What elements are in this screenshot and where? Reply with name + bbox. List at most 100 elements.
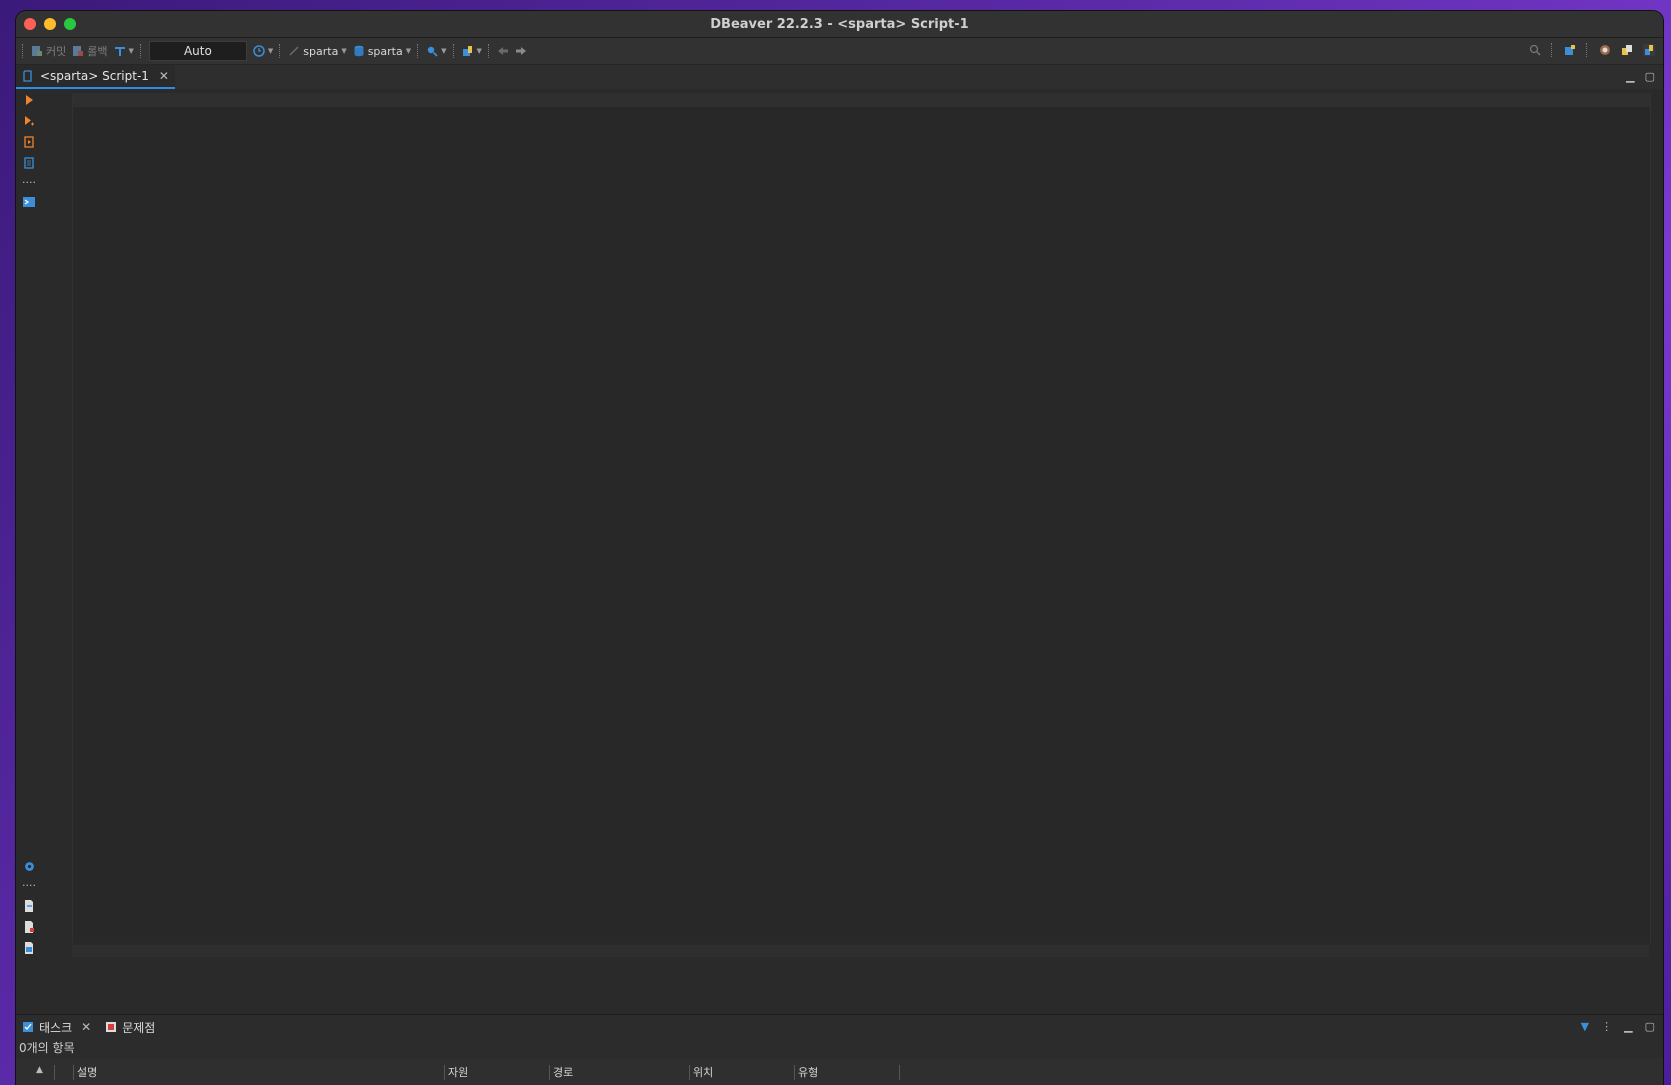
toolbar-grip[interactable] [1551,43,1554,57]
toolbar-grip[interactable] [1586,43,1589,57]
sql-script-icon [23,70,32,82]
sort-ascending-icon[interactable]: ▲ [36,1065,43,1075]
terminal-icon[interactable] [22,195,36,209]
more-actions-icon[interactable]: ···· [22,878,36,892]
title-bar: DBeaver 22.2.3 - <sparta> Script-1 [16,11,1663,38]
file-format-icon[interactable] [22,941,36,955]
chevron-down-icon: ▼ [128,47,134,55]
tasks-table-header: ▲ 설명 자원 경로 위치 유형 [16,1059,1663,1085]
transaction-icon [114,47,125,56]
transaction-log-button[interactable]: ▼ [253,45,273,57]
sql-editor-area: ···· ···· [16,89,1663,957]
column-header-checkbox[interactable] [54,1065,70,1080]
maximize-icon[interactable]: ▢ [1645,1020,1655,1033]
commit-label: 커밋 [46,45,67,58]
arrow-left-icon [497,47,508,55]
sql-perspective-icon[interactable] [1643,44,1655,56]
column-header-type[interactable]: 유형 [794,1065,898,1080]
execute-statement-icon[interactable] [22,93,36,107]
close-window-button[interactable] [24,18,36,30]
transaction-mode-select[interactable]: Auto [148,41,247,61]
close-tab-icon[interactable]: ✕ [81,1020,91,1034]
settings-gear-icon[interactable] [22,859,36,873]
file-error-icon[interactable] [22,920,36,934]
rollback-button[interactable]: 롤백 [72,43,108,59]
transaction-mode-button[interactable]: ▼ [114,45,134,57]
tab-problems[interactable]: 문제점 [105,1019,155,1036]
arrow-right-icon [515,47,526,55]
rollback-icon [73,46,84,56]
execute-new-tab-icon[interactable] [22,114,36,128]
maximize-window-button[interactable] [64,18,76,30]
database-perspective-icon[interactable] [1621,44,1633,56]
item-count-label: 0개의 항목 [19,1041,75,1055]
schema-label: sparta [367,44,403,58]
editor-action-gutter: ···· ···· [16,89,44,957]
toolbar-grip[interactable] [487,44,491,58]
bottom-panel: 태스크 ✕ 문제점 ▼ ⋮ ▁ ▢ 0개의 항목 ▲ 설명 자원 경로 위치 유… [16,1014,1663,1085]
column-divider [899,1065,904,1080]
navigate-back-button[interactable] [497,45,509,57]
problems-icon [106,1022,117,1032]
tab-script-1[interactable]: <sparta> Script-1 ✕ [16,65,175,89]
tab-label: <sparta> Script-1 [40,69,149,83]
sql-editor-icon [462,46,472,56]
execute-script-icon[interactable] [22,135,36,149]
toolbar-right-group [1529,43,1655,57]
editor-tab-bar: <sparta> Script-1 ✕ ▁ ▢ [16,65,1663,90]
more-actions-icon[interactable]: ···· [22,175,36,189]
window-controls [24,18,76,30]
magnifier-icon [427,46,438,57]
dbeaver-window: DBeaver 22.2.3 - <sparta> Script-1 커밋 롤백… [16,11,1663,1085]
column-header-resource[interactable]: 자원 [444,1065,548,1080]
export-file-icon[interactable] [22,899,36,913]
toolbar-grip[interactable] [22,44,25,58]
sql-text-editor[interactable] [72,93,1651,943]
active-datasource-selector[interactable]: sparta ▼ [288,44,347,58]
sql-editor-button[interactable]: ▼ [462,45,482,57]
filter-icon[interactable]: ▼ [1581,1020,1589,1033]
rollback-label: 롤백 [87,45,108,58]
close-tab-icon[interactable]: ✕ [159,69,169,83]
toolbar-grip[interactable] [139,44,143,58]
toolbar-grip[interactable] [417,44,420,58]
chevron-down-icon: ▼ [267,47,274,55]
tab-label: 태스크 [39,1020,73,1035]
commit-button[interactable]: 커밋 [31,43,66,59]
minimize-icon[interactable]: ▁ [1624,1020,1632,1033]
toolbar-grip[interactable] [452,44,456,58]
datasource-label: sparta [303,44,339,58]
chevron-down-icon: ▼ [476,47,482,55]
execute-script-new-tab-icon[interactable] [22,156,36,170]
search-objects-button[interactable]: ▼ [426,45,447,57]
column-header-description[interactable]: 설명 [73,1065,417,1080]
column-header-path[interactable]: 경로 [549,1065,683,1080]
chevron-down-icon: ▼ [405,47,412,55]
bottom-tab-bar: 태스크 ✕ 문제점 [16,1015,1663,1039]
main-toolbar: 커밋 롤백 ▼ Auto ▼ sparta ▼ sparta ▼ ▼ ▼ [16,38,1663,65]
open-perspective-icon[interactable] [1564,44,1576,56]
active-schema-selector[interactable]: sparta ▼ [353,45,411,58]
dbeaver-perspective-icon[interactable] [1599,44,1611,56]
minimize-window-button[interactable] [44,18,56,30]
clock-icon [253,45,265,57]
connection-icon [289,46,299,56]
search-icon[interactable] [1529,44,1541,56]
editor-view-controls: ▁ ▢ [1626,70,1655,83]
tab-label: 문제점 [122,1020,156,1035]
tab-tasks[interactable]: 태스크 ✕ [22,1019,91,1036]
maximize-icon[interactable]: ▢ [1645,70,1655,83]
toolbar-grip[interactable] [279,44,282,58]
commit-icon [32,46,42,56]
chevron-down-icon: ▼ [441,47,447,55]
navigate-forward-button[interactable] [515,45,527,57]
bottom-panel-controls: ▼ ⋮ ▁ ▢ [1581,1020,1655,1033]
chevron-down-icon: ▼ [341,47,347,55]
tasks-icon [23,1022,33,1032]
window-title: DBeaver 22.2.3 - <sparta> Script-1 [710,16,969,32]
horizontal-scrollbar[interactable] [72,945,1649,957]
view-menu-icon[interactable]: ⋮ [1601,1020,1612,1033]
minimize-icon[interactable]: ▁ [1626,70,1634,83]
current-line-highlight [73,93,1650,107]
column-header-location[interactable]: 위치 [689,1065,793,1080]
